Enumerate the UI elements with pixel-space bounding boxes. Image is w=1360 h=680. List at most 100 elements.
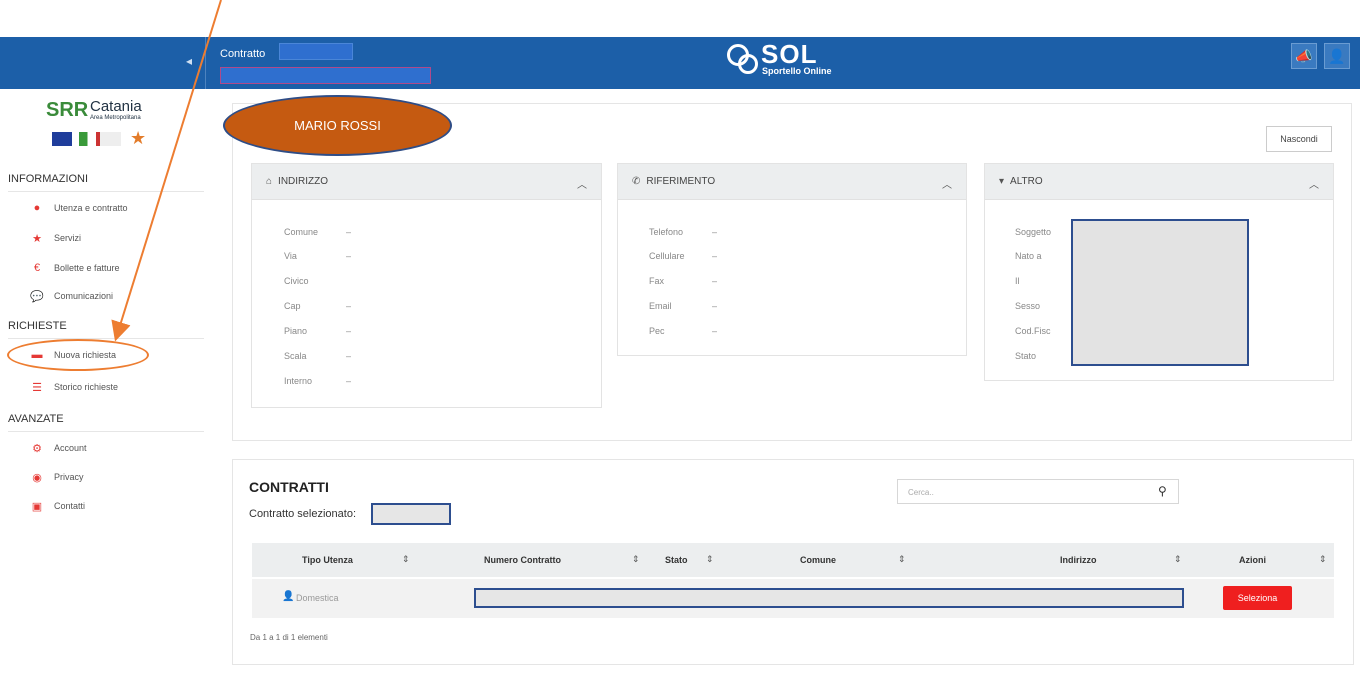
chevron-up-icon[interactable]: ︿ — [577, 176, 587, 191]
user-icon: 👤 — [282, 591, 295, 602]
user-icon: ● — [33, 202, 41, 214]
sidebar-item-comunicazioni[interactable]: 💬 Comunicazioni — [30, 286, 200, 306]
search-icon[interactable]: ⚲ — [1158, 484, 1167, 498]
caret-down-icon: ▾ — [999, 176, 1005, 187]
field-label: Comune — [284, 227, 319, 237]
eu-flag-icon — [52, 132, 72, 146]
sort-icon[interactable]: ⇕ — [898, 554, 906, 565]
column-header[interactable]: Numero Contratto — [484, 555, 561, 565]
personal-data-redacted — [1071, 219, 1249, 366]
user-icon[interactable]: 👤 — [1324, 43, 1350, 69]
euro-icon: € — [33, 262, 41, 274]
field-label: Cod.Fisc — [1015, 326, 1051, 336]
brand-srr: SRR — [46, 99, 89, 121]
chevron-left-icon[interactable]: ◂ — [186, 54, 192, 68]
field-value: – — [712, 251, 718, 261]
card-header[interactable]: ✆ RIFERIMENTO — [618, 164, 966, 200]
contact-card-icon: ▣ — [31, 500, 43, 513]
field-label: Civico — [284, 276, 309, 286]
selected-contract-redacted — [371, 503, 451, 525]
column-header[interactable]: Azioni — [1239, 555, 1266, 565]
field-value: – — [346, 301, 352, 311]
field-value: – — [346, 227, 352, 237]
field-value: – — [346, 376, 352, 386]
sidebar-item-contatti[interactable]: ▣ Contatti — [30, 496, 200, 516]
contract-label: Contratto — [220, 48, 266, 60]
sidebar-item-label: Comunicazioni — [54, 291, 114, 301]
star-icon: ★ — [32, 232, 42, 245]
top-bar: ◂ Contratto SOL Sportello Online 📣 👤 — [0, 37, 1360, 89]
search-placeholder: Cerca.. — [908, 488, 934, 497]
card-header[interactable]: ▾ ALTRO — [985, 164, 1333, 200]
sort-icon[interactable]: ⇕ — [632, 554, 640, 565]
gears-icon: ⚙ — [32, 442, 42, 455]
column-header[interactable]: Tipo Utenza — [302, 555, 353, 565]
field-label: Stato — [1015, 351, 1037, 361]
divider — [205, 37, 206, 89]
contracts-title: CONTRATTI — [249, 479, 329, 495]
sidebar-item-storico[interactable]: ☰ Storico richieste — [30, 377, 200, 397]
brand-area: Area Metropolitana — [90, 115, 141, 121]
hide-button[interactable]: Nascondi — [1266, 126, 1332, 152]
sidebar-item-servizi[interactable]: ★ Servizi — [30, 228, 200, 248]
column-header[interactable]: Stato — [665, 555, 688, 565]
select-button[interactable]: Seleziona — [1223, 586, 1292, 610]
search-input[interactable]: Cerca.. ⚲ — [897, 479, 1179, 504]
sort-icon[interactable]: ⇕ — [402, 554, 410, 565]
list-icon: ☰ — [32, 381, 42, 394]
srr-logo: SRR Catania Area Metropolitana — [46, 98, 142, 122]
card-title: RIFERIMENTO — [646, 176, 716, 187]
card-title: INDIRIZZO — [278, 176, 329, 187]
sidebar-item-privacy[interactable]: ◉ Privacy — [30, 467, 200, 487]
field-value: – — [346, 351, 352, 361]
divider — [8, 338, 204, 339]
sidebar-item-label: Utenza e contratto — [54, 203, 128, 213]
contract-details-redacted — [474, 588, 1184, 608]
chat-icon: 💬 — [30, 290, 44, 303]
italy-logo-icon — [79, 132, 121, 146]
column-header[interactable]: Indirizzo — [1060, 555, 1097, 565]
field-value: – — [346, 251, 352, 261]
app-root: ◂ Contratto SOL Sportello Online 📣 👤 SRR… — [0, 0, 1360, 680]
card-header[interactable]: ⌂ INDIRIZZO — [252, 164, 601, 200]
field-label: Scala — [284, 351, 307, 361]
field-label: Pec — [649, 326, 665, 336]
cell-tipo-utenza: Domestica — [296, 593, 339, 603]
sidebar-item-label: Privacy — [54, 472, 84, 482]
field-label: Sesso — [1015, 301, 1041, 311]
field-label: Cap — [284, 301, 301, 311]
sort-icon[interactable]: ⇕ — [1174, 554, 1182, 565]
table-header: Tipo Utenza ⇕ Numero Contratto ⇕ Stato ⇕… — [252, 543, 1334, 577]
chevron-up-icon[interactable]: ︿ — [942, 176, 952, 191]
phone-icon: ✆ — [632, 176, 641, 187]
field-label: Piano — [284, 326, 308, 336]
sidebar-item-account[interactable]: ⚙ Account — [30, 438, 200, 458]
name-annotation: MARIO ROSSI — [223, 95, 452, 156]
field-value: – — [712, 326, 718, 336]
sort-icon[interactable]: ⇕ — [1319, 554, 1327, 565]
column-header[interactable]: Comune — [800, 555, 836, 565]
funding-logos: ★ — [52, 128, 170, 150]
chevron-up-icon[interactable]: ︿ — [1309, 176, 1319, 191]
highlight-ring — [7, 339, 149, 371]
field-value: – — [712, 301, 718, 311]
megaphone-icon[interactable]: 📣 — [1291, 43, 1317, 69]
sidebar-item-utenza[interactable]: ● Utenza e contratto — [30, 198, 200, 218]
field-label: Telefono — [649, 227, 684, 237]
field-value: – — [712, 227, 718, 237]
selected-contract-label: Contratto selezionato: — [249, 508, 357, 520]
sidebar-item-label: Contatti — [54, 501, 86, 511]
home-icon: ⌂ — [266, 176, 273, 187]
table-info: Da 1 a 1 di 1 elementi — [250, 633, 328, 642]
sidebar-item-label: Servizi — [54, 233, 82, 243]
field-label: Fax — [649, 276, 665, 286]
eye-icon: ◉ — [32, 471, 42, 484]
sidebar-item-bollette[interactable]: € Bollette e fatture — [30, 258, 200, 278]
star-logo-icon: ★ — [130, 128, 147, 148]
field-value: – — [346, 326, 352, 336]
field-label: Il — [1015, 276, 1020, 286]
section-avanzate: AVANZATE — [8, 413, 64, 425]
section-informazioni: INFORMAZIONI — [8, 173, 89, 185]
sort-icon[interactable]: ⇕ — [706, 554, 714, 565]
field-label: Soggetto — [1015, 227, 1052, 237]
